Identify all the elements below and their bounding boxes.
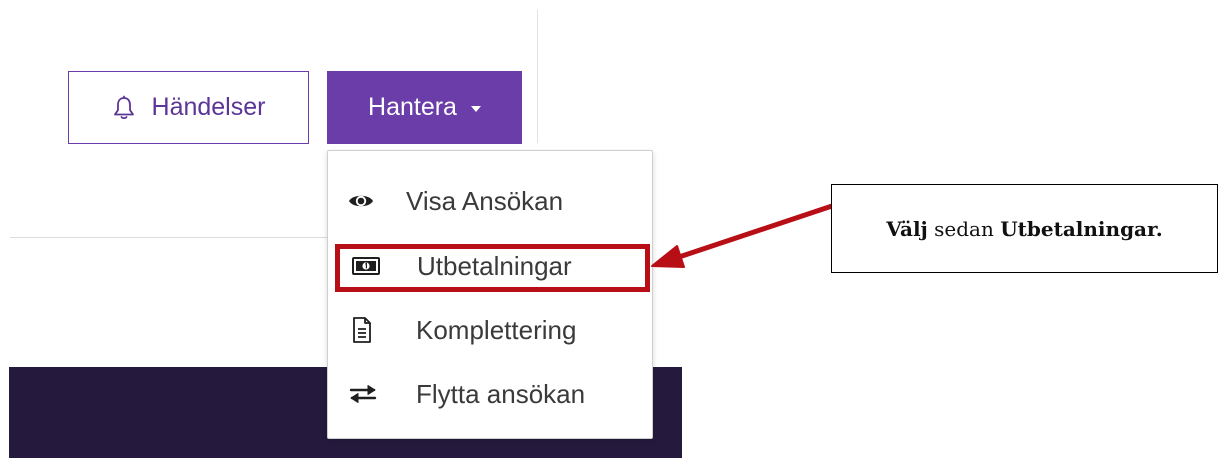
vertical-divider	[537, 10, 538, 143]
menu-item-visa-ansokan[interactable]: Visa Ansökan	[327, 177, 653, 225]
document-icon	[349, 315, 375, 345]
manage-dropdown-button[interactable]: Hantera	[327, 71, 522, 144]
menu-item-label: Visa Ansökan	[406, 185, 564, 216]
instruction-callout: Välj sedan Utbetalningar.	[831, 184, 1218, 273]
menu-item-label: Flytta ansökan	[416, 378, 586, 409]
horizontal-divider	[10, 237, 328, 238]
money-bill-icon	[351, 252, 381, 280]
menu-item-label: Utbetalningar	[417, 250, 572, 281]
pointer-arrow	[651, 203, 835, 268]
callout-text: sedan	[927, 216, 1001, 241]
bell-icon	[112, 95, 136, 121]
events-button[interactable]: Händelser	[68, 71, 309, 144]
menu-item-flytta-ansokan[interactable]: Flytta ansökan	[327, 370, 653, 418]
manage-button-label: Hantera	[368, 93, 457, 121]
menu-item-komplettering[interactable]: Komplettering	[327, 306, 653, 354]
transfer-arrows-icon	[347, 380, 379, 408]
events-button-label: Händelser	[151, 93, 266, 121]
caret-down-icon	[470, 106, 481, 112]
menu-item-label: Komplettering	[416, 314, 577, 345]
callout-bold-target: Utbetalningar.	[1000, 216, 1163, 241]
menu-item-utbetalningar[interactable]: Utbetalningar	[327, 242, 653, 290]
callout-bold-verb: Välj	[886, 216, 928, 241]
eye-icon	[347, 187, 375, 215]
